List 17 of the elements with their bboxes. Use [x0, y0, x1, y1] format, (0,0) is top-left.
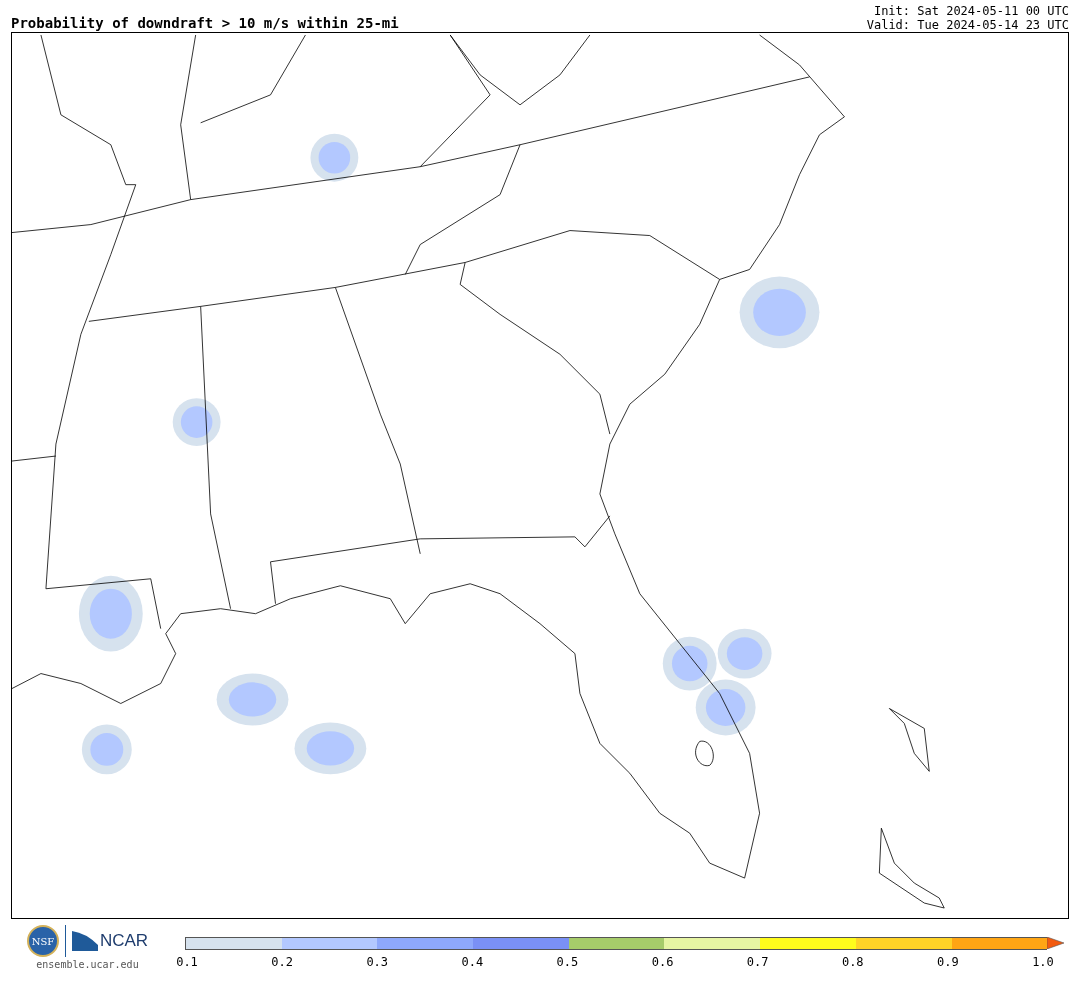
chart-title: Probability of downdraft > 10 m/s within 25-mi	[11, 14, 399, 32]
tick-label: 0.9	[936, 955, 960, 971]
tick-label: 1.0	[1031, 955, 1055, 971]
tick-label: 0.3	[365, 955, 390, 971]
tick-label: 0.4	[460, 955, 485, 971]
tick-label: 0.5	[555, 955, 580, 971]
tick-label: 0.7	[745, 955, 770, 971]
ncar-mark-icon	[71, 931, 98, 951]
tick-label: 0.6	[650, 955, 675, 971]
tick-label: 0.2	[270, 955, 294, 971]
init-time: Init: Sat 2024-05-11 00 UTC	[873, 4, 1069, 18]
ncar-logo: NCAR	[99, 931, 149, 951]
valid-time: Valid: Tue 2024-05-14 23 UTC	[866, 18, 1069, 32]
tick-label: 0.1	[175, 955, 199, 971]
tick-label: 0.8	[840, 955, 865, 971]
site-url: ensemble.ucar.edu	[36, 959, 139, 970]
nsf-logo: NSF	[26, 925, 59, 957]
